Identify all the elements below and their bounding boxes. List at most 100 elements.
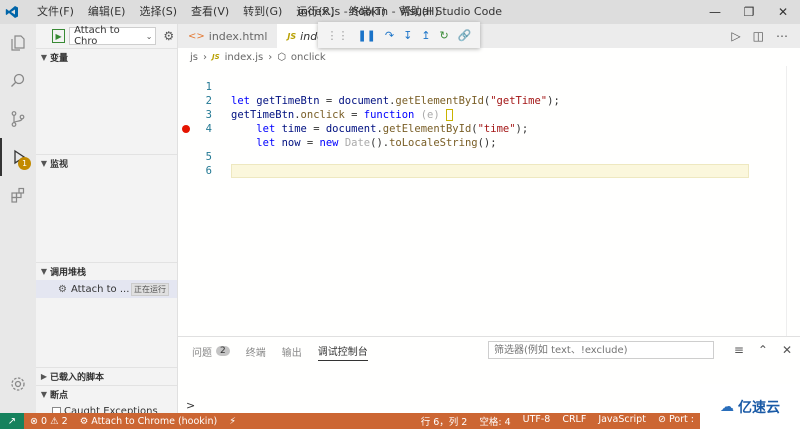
- loaded-scripts-section-header[interactable]: ▶ 已载入的脚本: [36, 367, 177, 385]
- breadcrumb-file[interactable]: index.js: [225, 52, 264, 63]
- end-of-line[interactable]: CRLF: [556, 414, 592, 428]
- explorer-icon[interactable]: [0, 24, 36, 62]
- indentation[interactable]: 空格: 4: [473, 414, 516, 428]
- js-file-icon: JS: [287, 31, 297, 41]
- current-line-highlight: [231, 164, 749, 178]
- code-line: 5 time.innerHTML = now;: [178, 122, 800, 177]
- restart-icon[interactable]: ↻: [440, 29, 449, 42]
- restore-icon[interactable]: ❐: [732, 0, 766, 24]
- more-actions-icon[interactable]: ⋯: [776, 29, 788, 43]
- run-icon[interactable]: ▷: [731, 29, 740, 43]
- close-panel-icon[interactable]: ✕: [782, 343, 792, 357]
- disconnect-icon[interactable]: 🔗: [458, 29, 472, 42]
- search-icon[interactable]: [0, 62, 36, 100]
- code-line: 6: [178, 136, 800, 178]
- remote-indicator-icon[interactable]: ↗: [0, 413, 24, 429]
- breakpoints-section-header[interactable]: ▼ 断点: [36, 385, 177, 403]
- breadcrumb-folder[interactable]: js: [190, 52, 198, 63]
- maximize-panel-icon[interactable]: ⌃: [758, 343, 768, 357]
- tab-label: index.html: [208, 29, 268, 43]
- menu-help[interactable]: 帮助(H): [393, 0, 446, 24]
- symbol-icon: ⬡: [277, 51, 286, 63]
- menu-run[interactable]: 运行(R): [289, 0, 341, 24]
- tab-problems[interactable]: 问题 2: [192, 341, 230, 361]
- cloud-logo-icon: ☁: [720, 398, 734, 415]
- debug-session-status[interactable]: ⚙ Attach to Chrome (hookin): [74, 416, 224, 427]
- code-line: 3 let time = document.getElementById("ti…: [178, 94, 800, 135]
- step-out-icon[interactable]: ↥: [421, 29, 430, 42]
- extensions-icon[interactable]: [0, 176, 36, 214]
- debug-floating-toolbar: ⋮⋮ ❚❚ ↷ ↧ ↥ ↻ 🔗: [318, 22, 480, 48]
- tab-label: 调试控制台: [317, 347, 368, 358]
- html-file-icon: <>: [188, 30, 205, 42]
- breadcrumb-symbol[interactable]: onclick: [291, 52, 326, 63]
- error-icon: ⊗: [30, 415, 38, 427]
- open-launch-json-gear-icon[interactable]: ⚙: [160, 27, 177, 45]
- language-mode[interactable]: JavaScript: [592, 414, 652, 428]
- menu-bar: 文件(F) 编辑(E) 选择(S) 查看(V) 转到(G) 运行(R) 终端(T…: [30, 0, 446, 24]
- chevron-right-icon: ›: [268, 51, 273, 63]
- watch-section-header[interactable]: ▼ 监视: [36, 154, 177, 172]
- editor-scrollbar[interactable]: [786, 66, 800, 336]
- port-icon: ⊘: [657, 414, 666, 425]
- debug-badge: 1: [18, 157, 31, 170]
- breakpoint-icon[interactable]: [182, 125, 190, 133]
- drag-handle-icon[interactable]: ⋮⋮: [326, 29, 348, 42]
- line-number: 6: [205, 165, 212, 177]
- menu-go[interactable]: 转到(G): [236, 0, 289, 24]
- tab-terminal[interactable]: 终端: [246, 341, 266, 361]
- chevron-down-icon: ▼: [40, 390, 48, 399]
- title-bar: 文件(F) 编辑(E) 选择(S) 查看(V) 转到(G) 运行(R) 终端(T…: [0, 0, 800, 24]
- menu-view[interactable]: 查看(V): [184, 0, 236, 24]
- launch-config-select[interactable]: Attach to Chro ⌄: [69, 25, 157, 47]
- menu-file[interactable]: 文件(F): [30, 0, 81, 24]
- menu-selection[interactable]: 选择(S): [132, 0, 184, 24]
- variables-section-header[interactable]: ▼ 变量: [36, 48, 177, 66]
- chevron-down-icon: ⌄: [145, 31, 153, 41]
- menu-terminal[interactable]: 终端(T): [342, 0, 393, 24]
- step-over-icon[interactable]: ↷: [385, 29, 394, 42]
- cursor-position[interactable]: 行 6，列 2: [415, 414, 474, 428]
- step-into-icon[interactable]: ↧: [403, 29, 412, 42]
- launch-config-label: Attach to Chro: [74, 25, 120, 47]
- variables-title: 变量: [50, 54, 69, 64]
- clear-console-icon[interactable]: ≡: [734, 343, 744, 357]
- pause-icon[interactable]: ❚❚: [357, 29, 375, 42]
- code-line: 1 let getTimeBtn = document.getElementBy…: [178, 66, 800, 107]
- debug-session-label: Attach to Chrome (hookin): [91, 415, 218, 427]
- chevron-down-icon: ▼: [40, 53, 48, 62]
- console-filter-input[interactable]: [488, 341, 714, 359]
- tab-label: 问题: [192, 347, 212, 359]
- warning-count: 2: [61, 415, 68, 427]
- status-bar-right: 行 6，列 2 空格: 4 UTF-8 CRLF JavaScript ⊘ Po…: [415, 414, 700, 428]
- callstack-session-row[interactable]: ⚙ Attach to ... 正在运行: [36, 280, 177, 298]
- settings-gear-icon[interactable]: [0, 365, 36, 403]
- menu-edit[interactable]: 编辑(E): [81, 0, 133, 24]
- callstack-section-header[interactable]: ▼ 调用堆栈: [36, 262, 177, 280]
- live-server-port[interactable]: ⊘ Port :: [652, 414, 700, 428]
- tab-output[interactable]: 输出: [282, 341, 302, 361]
- debug-sidebar: ▶ Attach to Chro ⌄ ⚙ ▼ 变量 ▼ 监视 ▼ 调用堆栈 ⚙ …: [36, 24, 178, 417]
- problems-status[interactable]: ⊗ 0 ⚠ 2: [24, 416, 74, 427]
- repl-prompt[interactable]: >: [186, 399, 195, 412]
- warning-icon: ⚠: [50, 415, 59, 427]
- start-debugging-icon[interactable]: ▶: [52, 29, 66, 43]
- status-bar: ↗ ⊗ 0 ⚠ 2 ⚙ Attach to Chrome (hookin) ⚡ …: [0, 413, 800, 429]
- code-line: 2 getTimeBtn.onclick = function (e): [178, 80, 800, 121]
- encoding[interactable]: UTF-8: [517, 414, 557, 428]
- chevron-right-icon: ›: [203, 51, 207, 63]
- split-editor-icon[interactable]: ◫: [753, 29, 764, 43]
- js-file-icon: JS: [212, 53, 220, 61]
- breadcrumb: js › JS index.js › ⬡ onclick: [178, 48, 800, 66]
- code-editor[interactable]: 1 let getTimeBtn = document.getElementBy…: [178, 66, 800, 336]
- source-control-icon[interactable]: [0, 100, 36, 138]
- port-label: Port :: [668, 414, 694, 425]
- session-state-badge: 正在运行: [131, 282, 169, 296]
- tab-debug-console[interactable]: 调试控制台: [317, 341, 368, 361]
- tab-index-html[interactable]: <> index.html: [178, 24, 277, 48]
- close-icon[interactable]: ✕: [766, 0, 800, 24]
- run-debug-icon[interactable]: 1: [0, 138, 36, 176]
- chevron-down-icon: ▼: [40, 267, 48, 276]
- live-share-icon[interactable]: ⚡: [223, 416, 242, 427]
- minimize-icon[interactable]: —: [698, 0, 732, 24]
